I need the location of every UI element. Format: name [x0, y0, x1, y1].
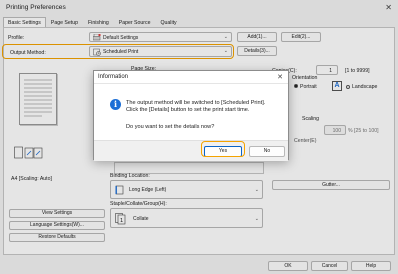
- close-icon[interactable]: ✕: [277, 73, 283, 81]
- information-dialog: Information ✕ i The output method will b…: [93, 70, 289, 161]
- dialog-message: The output method will be switched to [S…: [126, 100, 265, 114]
- dialog-question: Do you want to set the details now?: [126, 124, 215, 130]
- dialog-button-bar: Yes No: [94, 140, 288, 161]
- info-icon: i: [110, 99, 121, 110]
- dialog-message-line-2: Click the [Details] button to set the pr…: [126, 107, 250, 113]
- no-button[interactable]: No: [249, 146, 285, 157]
- dialog-title-bar: Information ✕: [94, 71, 288, 84]
- dialog-message-line-1: The output method will be switched to [S…: [126, 100, 266, 106]
- dialog-title: Information: [98, 74, 129, 80]
- yes-button-highlight: [201, 141, 245, 157]
